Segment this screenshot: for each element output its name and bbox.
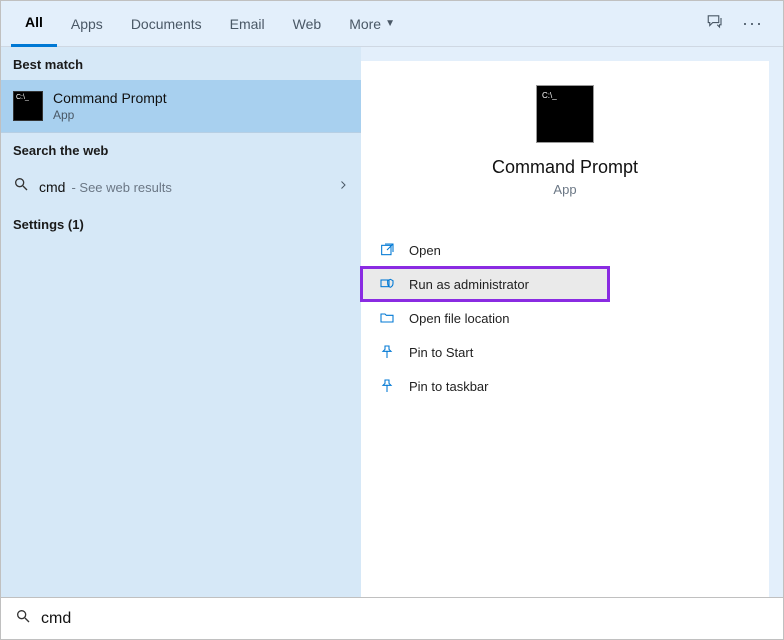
action-pin-taskbar-label: Pin to taskbar <box>409 379 489 394</box>
section-best-match: Best match <box>1 47 361 80</box>
tab-all[interactable]: All <box>11 1 57 47</box>
results-list: Best match C:\_ Command Prompt App Searc… <box>1 47 361 597</box>
pin-icon <box>379 344 395 360</box>
pin-icon <box>379 378 395 394</box>
open-icon <box>379 242 395 258</box>
preview-subtitle: App <box>553 182 576 197</box>
tab-email[interactable]: Email <box>216 1 279 47</box>
action-pin-to-taskbar[interactable]: Pin to taskbar <box>361 369 769 403</box>
start-search-window: All Apps Documents Email Web More ▼ ··· … <box>0 0 784 640</box>
preview-pane-wrap: C:\_ Command Prompt App Open Run as admi… <box>361 47 783 597</box>
action-open-label: Open <box>409 243 441 258</box>
action-open-location-label: Open file location <box>409 311 509 326</box>
admin-shield-icon <box>379 276 395 292</box>
section-search-web: Search the web <box>1 132 361 166</box>
section-settings[interactable]: Settings (1) <box>1 207 361 240</box>
action-open-file-location[interactable]: Open file location <box>361 301 769 335</box>
tab-web[interactable]: Web <box>279 1 336 47</box>
results-body: Best match C:\_ Command Prompt App Searc… <box>1 47 783 597</box>
web-result-hint: - See web results <box>71 180 171 195</box>
action-open[interactable]: Open <box>361 233 769 267</box>
tab-documents[interactable]: Documents <box>117 1 216 47</box>
action-pin-start-label: Pin to Start <box>409 345 473 360</box>
tab-more[interactable]: More ▼ <box>335 1 409 47</box>
web-result-query: cmd <box>39 179 65 195</box>
command-prompt-icon: C:\_ <box>536 85 594 143</box>
search-bar[interactable] <box>1 597 783 639</box>
search-icon <box>15 608 31 629</box>
folder-icon <box>379 310 395 326</box>
search-icon <box>13 176 29 197</box>
best-match-title: Command Prompt <box>53 90 167 106</box>
action-pin-to-start[interactable]: Pin to Start <box>361 335 769 369</box>
action-run-as-administrator[interactable]: Run as administrator <box>361 267 609 301</box>
chevron-right-icon <box>337 178 349 196</box>
tab-more-label: More <box>349 16 381 32</box>
best-match-subtitle: App <box>53 108 167 122</box>
chevron-down-icon: ▼ <box>385 18 395 29</box>
action-run-admin-label: Run as administrator <box>409 277 529 292</box>
preview-pane: C:\_ Command Prompt App Open Run as admi… <box>361 61 769 597</box>
more-options-icon[interactable]: ··· <box>742 13 763 34</box>
filter-tabs: All Apps Documents Email Web More ▼ ··· <box>1 1 783 47</box>
tab-apps[interactable]: Apps <box>57 1 117 47</box>
web-result-item[interactable]: cmd - See web results <box>1 166 361 207</box>
best-match-item[interactable]: C:\_ Command Prompt App <box>1 80 361 132</box>
command-prompt-icon: C:\_ <box>13 91 43 121</box>
search-input[interactable] <box>41 610 769 628</box>
preview-title: Command Prompt <box>492 157 638 178</box>
feedback-icon[interactable] <box>706 12 724 35</box>
preview-actions: Open Run as administrator Open file loca… <box>361 233 769 403</box>
